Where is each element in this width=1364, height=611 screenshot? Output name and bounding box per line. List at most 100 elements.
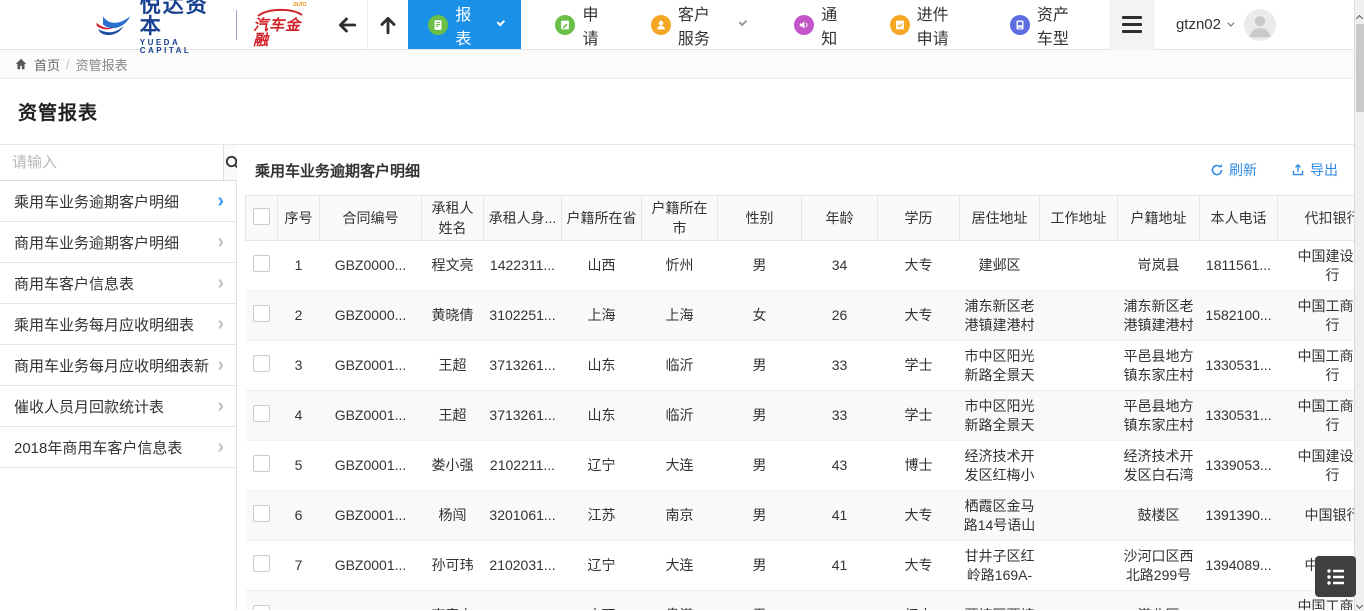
brand-logo: 悦达资本 YUEDA CAPITAL auto 汽车金融 — [95, 0, 307, 49]
refresh-label: 刷新 — [1229, 160, 1257, 180]
table-row[interactable]: 6GBZ0001...杨闯3201061...江苏南京男41大专栖霞区金马路14… — [246, 491, 1364, 541]
notification-icon — [794, 15, 814, 35]
table-row[interactable]: 8GBZ0001...李春力4508021...广西贵港男39初中覃塘区覃塘港北… — [246, 591, 1364, 611]
table-row[interactable]: 2GBZ0000...黄晓倩3102251...上海上海女26大专浦东新区老港镇… — [246, 291, 1364, 341]
cell-value: 王超 — [439, 407, 467, 423]
scroll-top-button[interactable] — [368, 0, 408, 49]
cell-value: GBZ0001... — [335, 557, 407, 573]
asset-vehicle-icon — [1010, 15, 1030, 35]
cell-value: 山西 — [588, 257, 616, 273]
cell-value: 男 — [753, 357, 767, 373]
sidebar-item-label: 乘用车业务逾期客户明细 — [14, 191, 179, 212]
cell-value: 大连 — [666, 557, 694, 573]
sidebar-item-2018年商用车客户信息表[interactable]: 2018年商用车客户信息表› — [0, 427, 236, 468]
row-checkbox[interactable] — [253, 405, 270, 422]
export-button[interactable]: 导出 — [1291, 160, 1338, 180]
cell-value: 41 — [832, 557, 848, 573]
row-checkbox[interactable] — [253, 555, 270, 572]
brand-sub-cn: 汽车金融 — [253, 18, 306, 48]
cell-value: 鼓楼区 — [1138, 507, 1180, 523]
cell-value: 忻州 — [666, 257, 694, 273]
search-input[interactable] — [0, 145, 223, 180]
nav-tab-进件申请[interactable]: 进件申请 — [870, 0, 980, 49]
sidebar-item-乘用车业务逾期客户明细[interactable]: 乘用车业务逾期客户明细› — [0, 181, 236, 222]
cell-value: 男 — [753, 557, 767, 573]
list-icon — [1325, 566, 1347, 588]
cell-value: 大专 — [905, 557, 933, 573]
row-checkbox[interactable] — [253, 355, 270, 372]
cell-value: 26 — [832, 307, 848, 323]
sidebar-item-label: 商用车客户信息表 — [14, 273, 134, 294]
row-checkbox[interactable] — [253, 455, 270, 472]
scrollbar-up-icon[interactable] — [1356, 8, 1364, 16]
vertical-scrollbar[interactable] — [1354, 0, 1364, 611]
cell-value: 1330531... — [1205, 357, 1271, 373]
breadcrumb-home[interactable]: 首页 — [34, 55, 60, 74]
row-checkbox[interactable] — [253, 305, 270, 322]
select-all-checkbox[interactable] — [253, 208, 270, 225]
cell-value: GBZ0001... — [335, 407, 407, 423]
apply-icon — [555, 15, 575, 35]
chevron-right-icon: › — [217, 437, 224, 457]
back-button[interactable] — [327, 0, 367, 49]
avatar[interactable] — [1244, 9, 1276, 41]
chevron-right-icon: › — [217, 396, 224, 416]
cell-value: 39 — [832, 607, 848, 610]
table-row[interactable]: 3GBZ0001...王超3713261...山东临沂男33学士市中区阳光新路全… — [246, 341, 1364, 391]
menu-toggle-button[interactable] — [1110, 0, 1154, 50]
cell-value: 3713261... — [489, 407, 555, 423]
sidebar-item-商用车客户信息表[interactable]: 商用车客户信息表› — [0, 263, 236, 304]
sidebar-item-商用车业务逾期客户明细[interactable]: 商用车业务逾期客户明细› — [0, 222, 236, 263]
table-row[interactable]: 5GBZ0001...娄小强2102211...辽宁大连男43博士经济技术开发区… — [246, 441, 1364, 491]
table-row[interactable]: 7GBZ0001...孙可玮2102031...辽宁大连男41大专甘井子区红岭路… — [246, 541, 1364, 591]
cell-value: 7 — [295, 557, 303, 573]
cell-value: 港北区 — [1138, 607, 1180, 610]
cell-value: 1394089... — [1205, 557, 1271, 573]
person-icon — [1244, 9, 1276, 41]
refresh-button[interactable]: 刷新 — [1210, 160, 1257, 180]
nav-tab-通知[interactable]: 通知 — [774, 0, 859, 49]
logo-divider — [236, 10, 237, 40]
cell-value: 甘井子区红岭路169A- — [965, 548, 1035, 583]
breadcrumb-separator: / — [66, 57, 70, 72]
brand-auto-tag: auto — [293, 1, 307, 8]
column-header-承租人身...: 承租人身... — [484, 196, 562, 241]
chevron-right-icon: › — [217, 314, 224, 334]
cell-value: GBZ0000... — [335, 307, 407, 323]
sidebar-item-label: 乘用车业务每月应收明细表 — [14, 314, 194, 335]
column-header-代扣银行: 代扣银行 — [1278, 196, 1364, 241]
table-row[interactable]: 4GBZ0001...王超3713261...山东临沂男33学士市中区阳光新路全… — [246, 391, 1364, 441]
table-row[interactable]: 1GBZ0000...程文亮1422311...山西忻州男34大专建邺区岢岚县1… — [246, 241, 1364, 291]
sidebar-item-商用车业务每月应收明细表新[interactable]: 商用车业务每月应收明细表新› — [0, 345, 236, 386]
cell-value: 大连 — [666, 457, 694, 473]
cell-value: 广西 — [588, 607, 616, 610]
cell-value: 杨闯 — [439, 507, 467, 523]
user-menu[interactable]: gtzn02 — [1176, 16, 1232, 33]
nav-tab-客户服务[interactable]: 客户服务 — [631, 0, 764, 49]
cell-value: 娄小强 — [432, 457, 474, 473]
nav-tab-资产车型[interactable]: 资产车型 — [990, 0, 1100, 49]
cell-value: 经济技术开发区白石湾 — [1124, 448, 1194, 483]
row-checkbox[interactable] — [253, 505, 270, 522]
cell-value: 浦东新区老港镇建港村 — [965, 298, 1035, 333]
nav-tab-报表[interactable]: 报表 — [408, 0, 521, 49]
export-icon — [1291, 163, 1305, 177]
cell-value: 经济技术开发区红梅小 — [965, 448, 1035, 483]
cell-value: 南京 — [666, 507, 694, 523]
sidebar-item-label: 商用车业务每月应收明细表新 — [14, 355, 209, 376]
row-checkbox[interactable] — [253, 605, 270, 611]
sidebar-item-乘用车业务每月应收明细表[interactable]: 乘用车业务每月应收明细表 › — [0, 304, 236, 345]
nav-tab-label: 客户服务 — [678, 1, 716, 49]
cell-value: 41 — [832, 507, 848, 523]
column-header-年龄: 年龄 — [802, 196, 878, 241]
cell-value: GBZ0001... — [335, 357, 407, 373]
cell-value: 临沂 — [666, 407, 694, 423]
quick-menu-button[interactable] — [1315, 556, 1356, 597]
row-checkbox[interactable] — [253, 255, 270, 272]
cell-value: 程文亮 — [432, 257, 474, 273]
cell-value: GBZ0001... — [335, 607, 407, 610]
scrollbar-down-icon[interactable] — [1356, 595, 1364, 603]
scrollbar-thumb[interactable] — [1356, 24, 1364, 112]
sidebar-item-催收人员月回款统计表[interactable]: 催收人员月回款统计表› — [0, 386, 236, 427]
nav-tab-申请[interactable]: 申请 — [535, 0, 620, 49]
